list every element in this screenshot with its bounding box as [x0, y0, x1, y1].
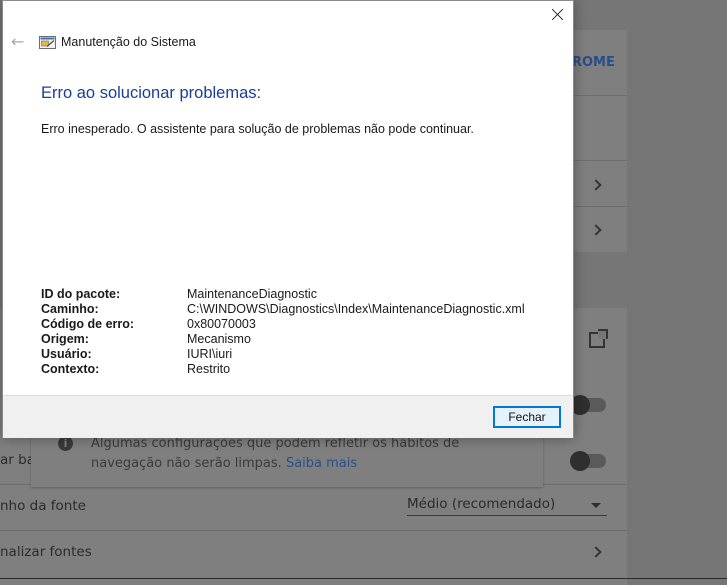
troubleshooter-icon	[39, 36, 56, 49]
detail-value: C:\WINDOWS\Diagnostics\Index\Maintenance…	[187, 302, 525, 316]
detail-value: MaintenanceDiagnostic	[187, 287, 317, 301]
detail-key: Código de erro:	[41, 317, 135, 331]
troubleshooter-dialog: ← Manutenção do Sistema Erro ao solucion…	[2, 0, 574, 438]
detail-value: IURI\iuri	[187, 347, 233, 361]
learn-more-link[interactable]: Saiba mais	[286, 456, 357, 471]
close-dialog-button[interactable]: Fechar	[493, 406, 561, 428]
dialog-footer: Fechar	[3, 395, 573, 438]
close-icon[interactable]	[547, 5, 569, 27]
background-label: ar ba	[0, 452, 35, 468]
detail-key: Origem:	[41, 332, 89, 346]
info-icon: i	[58, 436, 73, 451]
font-size-dropdown-value[interactable]: Médio (recomendado)	[407, 496, 555, 512]
detail-value: Restrito	[187, 362, 231, 376]
detail-key: ID do pacote:	[41, 287, 121, 301]
detail-value: Mecanismo	[187, 332, 251, 346]
detail-key: Caminho:	[41, 302, 99, 316]
toggle-switch[interactable]	[570, 451, 606, 471]
notice-message: Algumas configurações que podem refletir…	[91, 436, 460, 471]
external-link-icon	[589, 329, 608, 348]
toggle-switch[interactable]	[570, 395, 606, 415]
back-arrow-icon[interactable]: ←	[11, 34, 27, 50]
background-divider	[0, 530, 627, 531]
detail-value: 0x80070003	[187, 317, 256, 331]
background-header-link: ROME	[572, 55, 615, 70]
error-message: Erro inesperado. O assistente para soluç…	[41, 122, 474, 136]
background-label-font-size: nho da fonte	[0, 498, 86, 514]
error-heading: Erro ao solucionar problemas:	[41, 84, 262, 102]
dropdown-arrow-icon[interactable]	[591, 503, 601, 508]
background-divider	[0, 578, 727, 579]
detail-key: Contexto:	[41, 362, 100, 376]
dropdown-underline	[407, 515, 607, 516]
dialog-title: Manutenção do Sistema	[61, 35, 196, 49]
notice-text: Algumas configurações que podem refletir…	[91, 434, 531, 474]
background-label-custom-fonts: nalizar fontes	[0, 544, 92, 560]
detail-key: Usuário:	[41, 347, 92, 361]
